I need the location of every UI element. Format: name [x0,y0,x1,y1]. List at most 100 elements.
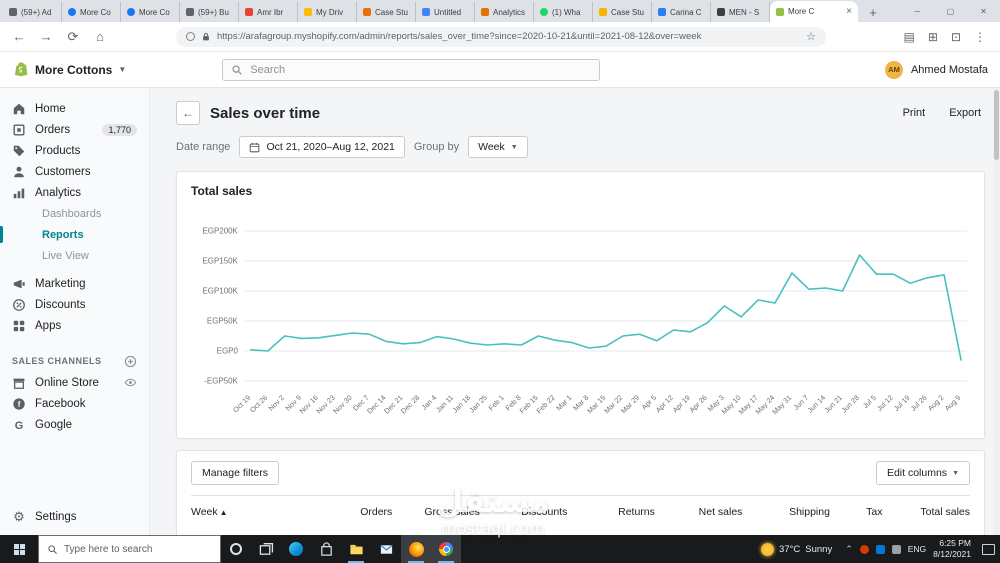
sidebar-item-settings[interactable]: ⚙ Settings [0,506,149,527]
apps-grid-icon[interactable]: ⊞ [928,30,938,44]
customers-icon [12,165,26,179]
weather-widget[interactable]: 37°C Sunny [761,542,832,556]
column-header-discounts[interactable]: Discounts [480,506,567,518]
sidebar-item-customers[interactable]: Customers [0,161,149,182]
edge-icon[interactable] [281,535,311,563]
sidebar-item-marketing[interactable]: Marketing [0,273,149,294]
orders-icon [12,123,26,137]
action-center-icon[interactable] [982,543,995,555]
edit-columns-button[interactable]: Edit columns ▼ [875,461,970,485]
apps-icon [12,319,26,333]
sidebar-item-live-view[interactable]: Live View [0,245,149,266]
sidebar-item-google[interactable]: G Google [0,414,149,435]
sidebar-item-products[interactable]: Products [0,140,149,161]
lock-icon [203,32,209,40]
minimize-button[interactable]: ─ [901,0,934,22]
maximize-button[interactable]: ▢ [934,0,967,22]
browser-tab-my-driv[interactable]: My Driv [298,2,357,22]
browser-tab-carina-c[interactable]: Carina C [652,2,711,22]
user-menu[interactable]: AM Ahmed Mostafa [884,60,988,79]
column-header-total-sales[interactable]: Total sales [882,506,970,518]
discounts-icon [12,298,26,312]
back-icon[interactable]: ← [10,29,28,44]
sidebar-item-orders[interactable]: Orders 1,770 [0,119,149,140]
file-explorer-icon[interactable] [341,535,371,563]
column-header-orders[interactable]: Orders [322,506,392,518]
cortana-icon[interactable] [221,535,251,563]
browser-tab-case-stu[interactable]: Case Stu [357,2,416,22]
browser-tab-men-s[interactable]: MEN - S [711,2,770,22]
browser-tab-amr-ibr[interactable]: Amr Ibr [239,2,298,22]
add-channel-icon[interactable] [124,355,137,368]
date-range-button[interactable]: Oct 21, 2020–Aug 12, 2021 [239,136,405,158]
tray-volume-icon[interactable] [891,544,901,554]
browser-tab-more-co[interactable]: More Co [62,2,121,22]
browser-tab-59-ad[interactable]: (59+) Ad [3,2,62,22]
time: 6:25 PM [939,538,971,549]
close-button[interactable]: ✕ [967,0,1000,22]
manage-filters-button[interactable]: Manage filters [191,461,279,485]
sidebar-item-facebook[interactable]: f Facebook [0,393,149,414]
new-tab-button[interactable]: + [862,2,884,22]
taskbar-search-input[interactable]: Type here to search [38,535,221,563]
browser-tab-analytics[interactable]: Analytics [475,2,534,22]
column-header-tax[interactable]: Tax [830,506,882,518]
home-icon[interactable]: ⌂ [91,29,109,44]
export-button[interactable]: Export [949,107,981,119]
column-header-week[interactable]: Week ▲ [191,506,322,518]
sidebar-item-dashboards[interactable]: Dashboards [0,203,149,224]
x-tick-label: Jan 25 [467,393,489,415]
browser-tab-untitled[interactable]: Untitled [416,2,475,22]
tray-expand-icon[interactable]: ⌃ [845,544,853,555]
browser-menu-icon[interactable]: ⋮ [974,30,986,44]
browser-tab-more-co[interactable]: More Co [121,2,180,22]
fullscreen-icon[interactable]: ⊡ [951,30,961,44]
x-tick-label: Jun 28 [839,393,861,415]
back-button[interactable]: ← [176,101,200,125]
address-bar[interactable]: https://arafagroup.myshopify.com/admin/r… [176,26,826,47]
date-range-value: Oct 21, 2020–Aug 12, 2021 [266,141,395,153]
forward-icon[interactable]: → [37,29,55,44]
tray-app-icon[interactable] [859,544,869,554]
tray-network-icon[interactable] [875,544,885,554]
taskbar-clock[interactable]: 6:25 PM 8/12/2021 [933,538,971,559]
bookmark-star-icon[interactable]: ☆ [806,30,816,43]
language-indicator[interactable]: ENG [908,544,926,554]
sidebar-item-reports[interactable]: Reports [0,224,149,245]
admin-search-input[interactable]: Search [222,58,601,81]
whatsapp-favicon [540,8,548,16]
site-info-icon[interactable] [186,32,195,41]
column-header-returns[interactable]: Returns [567,506,655,518]
tab-close-icon[interactable]: × [846,6,852,17]
sidebar-item-analytics[interactable]: Analytics [0,182,149,203]
chrome-icon[interactable] [431,535,461,563]
start-button[interactable] [0,535,38,563]
firefox-icon[interactable] [401,535,431,563]
date: 8/12/2021 [933,549,971,559]
reading-list-icon[interactable]: ▤ [904,30,915,44]
group-by-select[interactable]: Week ▼ [468,136,528,158]
reload-icon[interactable]: ⟳ [64,29,82,45]
x-tick-label: Jun 21 [822,393,844,415]
sidebar-item-apps[interactable]: Apps [0,315,149,336]
column-header-gross-sales[interactable]: Gross sales [392,506,479,518]
print-button[interactable]: Print [903,107,926,119]
task-view-icon[interactable] [251,535,281,563]
browser-tab-1-wha[interactable]: (1) Wha [534,2,593,22]
tab-title: MEN - S [729,7,760,17]
sidebar-item-home[interactable]: Home [0,98,149,119]
store-icon[interactable] [311,535,341,563]
browser-tab-case-stu[interactable]: Case Stu [593,2,652,22]
storefront-icon [12,376,26,390]
column-header-net-sales[interactable]: Net sales [655,506,743,518]
scrollbar-thumb[interactable] [994,90,999,160]
scrollbar[interactable] [993,88,1000,535]
browser-tab-more-c[interactable]: More C × [770,1,858,22]
sidebar-item-online-store[interactable]: Online Store [0,372,149,393]
store-switcher[interactable]: More Cottons ▼ [12,61,126,78]
column-header-shipping[interactable]: Shipping [742,506,830,518]
browser-tab-59-bu[interactable]: (59+) Bu [180,2,239,22]
mail-icon[interactable] [371,535,401,563]
store-name: More Cottons [35,62,113,77]
sidebar-item-discounts[interactable]: Discounts [0,294,149,315]
